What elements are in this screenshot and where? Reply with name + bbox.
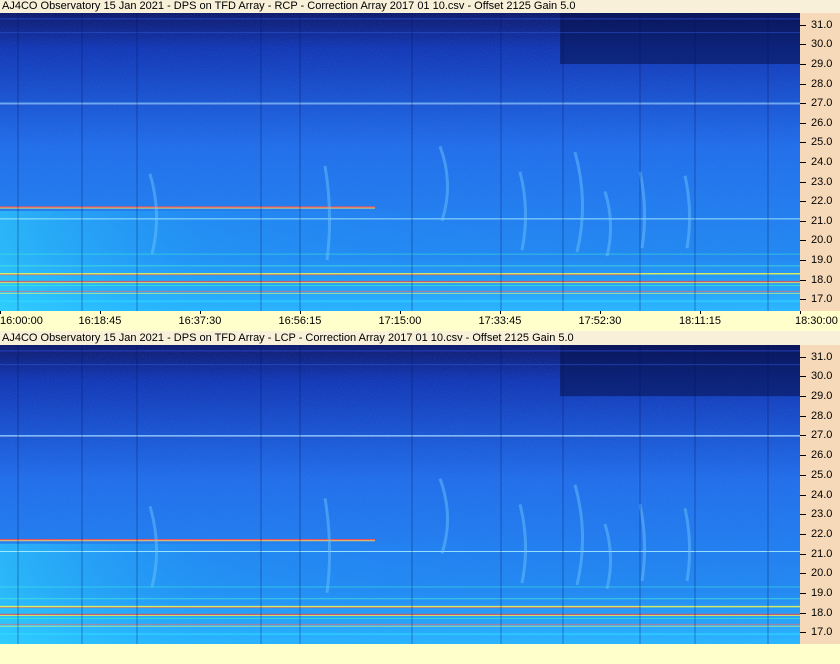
x-tick (0, 311, 1, 314)
y-tick (800, 162, 806, 163)
y-tick-label: 20.0 (811, 567, 833, 580)
y-tick-label: 28.0 (811, 77, 833, 90)
lcp-spectrogram-svg (0, 345, 800, 644)
y-tick (800, 533, 806, 535)
lcp-frequency-axis: 31.0 30.0 29.0 28.0 27.0 26.0 25.0 24.0 23.0 22.0… (800, 345, 840, 644)
y-tick (800, 573, 806, 575)
y-tick-label: 24.0 (811, 156, 833, 168)
y-tick (800, 63, 806, 65)
x-tick-label: 16:56:15 (278, 315, 322, 327)
y-tick-label: 26.0 (811, 116, 833, 129)
bottom-strip (0, 644, 840, 664)
y-tick-label: 22.0 (811, 195, 833, 208)
y-tick (800, 142, 806, 144)
rcp-spectrogram (0, 13, 800, 311)
y-tick-label: 22.0 (811, 527, 833, 540)
y-tick-label: 27.0 (811, 97, 833, 110)
x-tick (600, 311, 601, 314)
y-tick-label: 25.0 (811, 468, 833, 481)
x-tick-label: 18:30:00 (795, 315, 838, 327)
y-tick (800, 181, 806, 183)
x-tick-label: 17:15:00 (378, 315, 422, 327)
x-tick (400, 311, 401, 314)
y-tick-label: 20.0 (811, 234, 833, 247)
y-tick (800, 376, 806, 378)
x-tick-label: 16:00:00 (0, 315, 43, 327)
x-tick (300, 311, 301, 314)
y-tick-label: 25.0 (811, 136, 833, 149)
y-tick-label: 31.0 (811, 18, 833, 31)
y-tick (800, 553, 806, 555)
y-tick (800, 592, 806, 594)
y-tick (800, 455, 806, 457)
y-tick-label: 30.0 (811, 38, 833, 51)
x-tick (800, 311, 801, 314)
y-tick (800, 514, 806, 516)
y-tick-label: 27.0 (811, 429, 833, 442)
x-tick (100, 311, 101, 314)
y-tick (800, 435, 806, 437)
x-tick-label: 16:18:45 (78, 315, 122, 327)
y-tick-label: 17.0 (811, 626, 833, 639)
x-tick-label: 17:52:30 (578, 315, 622, 327)
y-tick-label: 29.0 (811, 57, 833, 70)
y-tick-label: 30.0 (811, 370, 833, 383)
dark-region (560, 345, 800, 397)
y-tick-label: 23.0 (811, 175, 833, 188)
x-tick-label: 17:33:45 (478, 315, 522, 327)
y-tick-label: 17.0 (811, 293, 833, 306)
y-tick-label: 19.0 (811, 586, 833, 599)
y-tick (800, 103, 806, 105)
rcp-frequency-axis: 31.0 30.0 29.0 28.0 27.0 26.0 25.0 24.0 23.0 22.0… (800, 13, 840, 311)
low-frequency-emission (0, 543, 800, 644)
y-tick-label: 26.0 (811, 449, 833, 462)
y-tick-label: 23.0 (811, 508, 833, 521)
y-tick-label: 18.0 (811, 606, 833, 619)
x-tick (700, 311, 701, 314)
y-tick (800, 299, 806, 301)
x-tick-label: 18:11:15 (679, 315, 722, 327)
y-tick (800, 632, 806, 634)
y-tick (800, 83, 806, 85)
y-tick (800, 356, 806, 358)
dark-region (560, 13, 800, 64)
y-tick (800, 415, 806, 417)
rcp-title: AJ4CO Observatory 15 Jan 2021 - DPS on T… (2, 0, 576, 12)
y-tick (800, 494, 806, 496)
time-axis: 16:00:00 16:18:45 16:37:30 16:56:15 17:15:00… (0, 311, 840, 331)
x-tick-label: 16:37:30 (178, 315, 222, 327)
low-frequency-emission (0, 211, 800, 311)
y-tick (800, 44, 806, 46)
y-tick (800, 220, 806, 222)
lcp-title: AJ4CO Observatory 15 Jan 2021 - DPS on T… (2, 332, 574, 344)
x-tick (500, 311, 501, 314)
y-tick (800, 396, 806, 398)
y-tick-label: 21.0 (811, 214, 833, 227)
y-tick (800, 201, 806, 203)
y-tick (800, 474, 806, 476)
y-tick (800, 612, 806, 614)
y-tick (800, 122, 806, 124)
y-tick (800, 240, 806, 242)
x-tick (200, 311, 201, 314)
y-tick (800, 24, 806, 26)
y-tick-label: 29.0 (811, 390, 833, 403)
y-tick-label: 28.0 (811, 409, 833, 422)
y-tick (800, 260, 806, 262)
y-tick-label: 21.0 (811, 547, 833, 560)
y-tick-label: 31.0 (811, 350, 833, 363)
y-tick-label: 24.0 (811, 488, 833, 501)
y-tick-label: 18.0 (811, 273, 833, 286)
y-tick-label: 19.0 (811, 254, 833, 267)
rcp-spectrogram-svg (0, 13, 800, 311)
lcp-spectrogram (0, 345, 800, 644)
y-tick (800, 279, 806, 281)
